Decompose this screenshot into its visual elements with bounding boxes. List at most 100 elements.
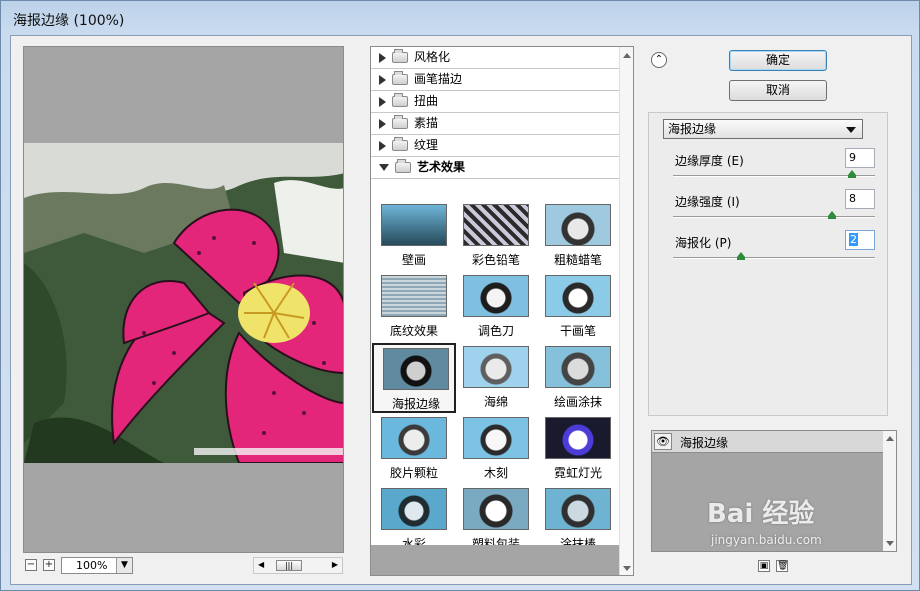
scroll-up-icon[interactable] <box>886 436 894 441</box>
thumb-label: 胶片颗粒 <box>389 466 438 480</box>
filter-category-open[interactable]: 艺术效果 <box>371 157 633 179</box>
edge-thickness-slider[interactable] <box>673 170 875 178</box>
filter-thumb[interactable]: 底纹效果 <box>372 272 456 342</box>
edge-intensity-label: 边缘强度 (I) <box>675 195 740 209</box>
thumb-label: 壁画 <box>401 253 426 267</box>
dropdown-arrow-icon <box>846 127 856 133</box>
preview-toolbar: − + 100% ▼ ◀ ||| ▶ <box>23 556 344 576</box>
zoom-value: 100% <box>76 559 108 572</box>
title-bar[interactable]: 海报边缘 (100%) <box>1 1 919 35</box>
thumb-image <box>463 275 529 317</box>
watermark-site: jingyan.baidu.com <box>711 533 822 547</box>
expand-arrow-icon[interactable] <box>379 118 386 129</box>
filter-category[interactable]: 风格化 <box>371 47 633 69</box>
thumb-image <box>383 348 449 390</box>
eye-icon[interactable]: 👁 <box>654 433 672 450</box>
filter-thumb[interactable]: 彩色铅笔 <box>454 201 538 271</box>
preview-pane[interactable] <box>23 46 344 553</box>
collapse-panel-icon[interactable]: ⌃ <box>651 52 667 68</box>
posterization-value: 2 <box>849 233 858 246</box>
ok-button[interactable]: 确定 <box>729 50 827 71</box>
thumb-label: 木刻 <box>483 466 508 480</box>
category-label: 艺术效果 <box>417 160 466 174</box>
zoom-dropdown-icon[interactable]: ▼ <box>116 558 132 573</box>
edge-intensity-slider[interactable] <box>673 211 875 219</box>
filter-category[interactable]: 画笔描边 <box>371 69 633 91</box>
scroll-up-icon[interactable] <box>623 53 631 58</box>
preview-image <box>24 143 343 463</box>
thumb-image <box>545 204 611 246</box>
scroll-down-icon[interactable] <box>623 566 631 571</box>
scroll-left-icon[interactable]: ◀ <box>258 560 264 569</box>
expand-arrow-icon[interactable] <box>379 52 386 63</box>
filter-thumb[interactable]: 干画笔 <box>536 272 620 342</box>
thumb-image <box>545 417 611 459</box>
thumb-label: 底纹效果 <box>389 324 438 338</box>
folder-icon <box>392 71 408 85</box>
filter-thumb[interactable]: 绘画涂抹 <box>536 343 620 413</box>
filter-options-panel: 海报边缘 边缘厚度 (E) 9 边缘强度 (I) 8 海报化 (P) 2 <box>648 112 888 416</box>
expand-arrow-icon[interactable] <box>379 140 386 151</box>
filter-thumb[interactable]: 粗糙蜡笔 <box>536 201 620 271</box>
filter-thumb[interactable]: 海绵 <box>454 343 538 413</box>
collapse-arrow-icon[interactable] <box>379 164 389 171</box>
window-title: 海报边缘 (100%) <box>13 13 125 29</box>
slider-knob[interactable] <box>847 170 856 178</box>
zoom-out-button[interactable]: − <box>25 559 37 571</box>
filter-thumb[interactable]: 木刻 <box>454 414 538 484</box>
posterization-slider[interactable] <box>673 252 875 260</box>
folder-icon <box>392 49 408 63</box>
scroll-thumb[interactable]: ||| <box>276 560 302 571</box>
thumb-label: 海绵 <box>483 395 508 409</box>
filter-thumb[interactable]: 壁画 <box>372 201 456 271</box>
filter-select[interactable]: 海报边缘 <box>663 119 863 139</box>
effect-layer-row[interactable]: 👁 海报边缘 <box>652 431 884 453</box>
preview-horizontal-scrollbar[interactable]: ◀ ||| ▶ <box>253 557 343 574</box>
thumb-label: 彩色铅笔 <box>471 253 520 267</box>
delete-effect-layer-icon[interactable]: 🗑 <box>776 560 788 572</box>
edge-thickness-label: 边缘厚度 (E) <box>675 154 744 168</box>
thumb-image <box>463 488 529 530</box>
thumb-label: 干画笔 <box>559 324 596 338</box>
scroll-down-icon[interactable] <box>886 541 894 546</box>
category-label: 风格化 <box>414 50 451 64</box>
thumb-image <box>545 275 611 317</box>
thumb-image <box>545 346 611 388</box>
filter-list-scrollbar[interactable] <box>619 47 633 575</box>
filter-thumb[interactable]: 胶片颗粒 <box>372 414 456 484</box>
filter-thumb[interactable]: 调色刀 <box>454 272 538 342</box>
slider-knob[interactable] <box>828 211 837 219</box>
filter-category[interactable]: 扭曲 <box>371 91 633 113</box>
expand-arrow-icon[interactable] <box>379 74 386 85</box>
slider-knob[interactable] <box>737 252 746 260</box>
cancel-button[interactable]: 取消 <box>729 80 827 101</box>
watermark-logo: Bai 经验 <box>707 499 815 529</box>
filter-thumbnails: 壁画 彩色铅笔 粗糙蜡笔 底纹效果 调色刀 干画笔 海报边缘 海绵 绘画涂抹 胶… <box>371 201 621 556</box>
zoom-in-button[interactable]: + <box>43 559 55 571</box>
category-label: 纹理 <box>414 138 439 152</box>
posterization-label: 海报化 (P) <box>675 236 732 250</box>
new-effect-layer-icon[interactable]: ▣ <box>758 560 770 572</box>
posterization-input[interactable]: 2 <box>845 230 875 250</box>
category-label: 画笔描边 <box>414 72 463 86</box>
thumb-image <box>381 488 447 530</box>
folder-open-icon <box>395 159 411 173</box>
scroll-right-icon[interactable]: ▶ <box>332 560 338 569</box>
edge-intensity-input[interactable]: 8 <box>845 189 875 209</box>
thumb-image <box>463 346 529 388</box>
filter-category[interactable]: 素描 <box>371 113 633 135</box>
thumb-label: 绘画涂抹 <box>553 395 602 409</box>
layer-tools: ▣ 🗑 <box>758 560 798 574</box>
thumb-image <box>381 204 447 246</box>
edge-thickness-input[interactable]: 9 <box>845 148 875 168</box>
thumb-image <box>545 488 611 530</box>
thumb-image <box>463 417 529 459</box>
effect-layer-label: 海报边缘 <box>680 436 729 450</box>
filter-thumb[interactable]: 霓虹灯光 <box>536 414 620 484</box>
expand-arrow-icon[interactable] <box>379 96 386 107</box>
thumb-image <box>381 275 447 317</box>
category-label: 素描 <box>414 116 439 130</box>
filter-category[interactable]: 纹理 <box>371 135 633 157</box>
filter-thumb-selected[interactable]: 海报边缘 <box>372 343 456 413</box>
thumb-image <box>381 417 447 459</box>
